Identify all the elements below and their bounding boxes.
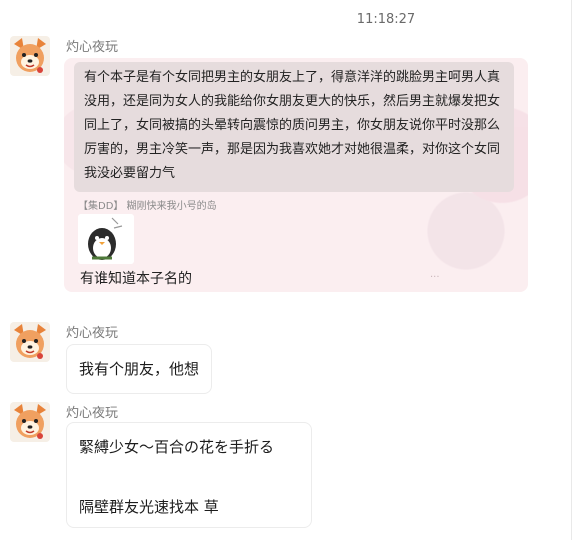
avatar[interactable] xyxy=(10,36,50,76)
penguin-sticker-icon xyxy=(88,217,123,260)
message-text-line: 緊縛少女～百合の花を手折る xyxy=(79,438,275,456)
message-bubble[interactable]: 我有个朋友，他想 xyxy=(66,344,213,394)
dog-avatar-icon xyxy=(10,322,50,362)
sender-name[interactable]: 灼心夜玩 xyxy=(66,402,118,421)
avatar[interactable] xyxy=(10,402,50,442)
avatar[interactable] xyxy=(10,322,50,362)
sticker-image[interactable] xyxy=(78,214,134,264)
message-bubble[interactable]: 緊縛少女～百合の花を手折る 隔壁群友光速找本 草 xyxy=(66,422,312,528)
sender-name[interactable]: 灼心夜玩 xyxy=(66,36,118,55)
dog-avatar-icon xyxy=(10,36,50,76)
dog-avatar-icon xyxy=(10,402,50,442)
reply-reference[interactable]: 【集DD】 糊刚快来我小号的岛 xyxy=(78,197,217,212)
quoted-message[interactable]: 有个本子是有个女同把男主的女朋友上了，得意洋洋的跳脸男主呵男人真没用，还是同为女… xyxy=(74,62,514,192)
message-text: 我有个朋友，他想 xyxy=(79,360,200,378)
message-text-line: 隔壁群友光速找本 草 xyxy=(79,498,219,516)
message-text: 有谁知道本子名的 xyxy=(80,271,192,287)
watermark: ··· xyxy=(430,272,440,283)
sender-name[interactable]: 灼心夜玩 xyxy=(66,322,118,341)
message-timestamp: 11:18:27 xyxy=(356,12,416,27)
